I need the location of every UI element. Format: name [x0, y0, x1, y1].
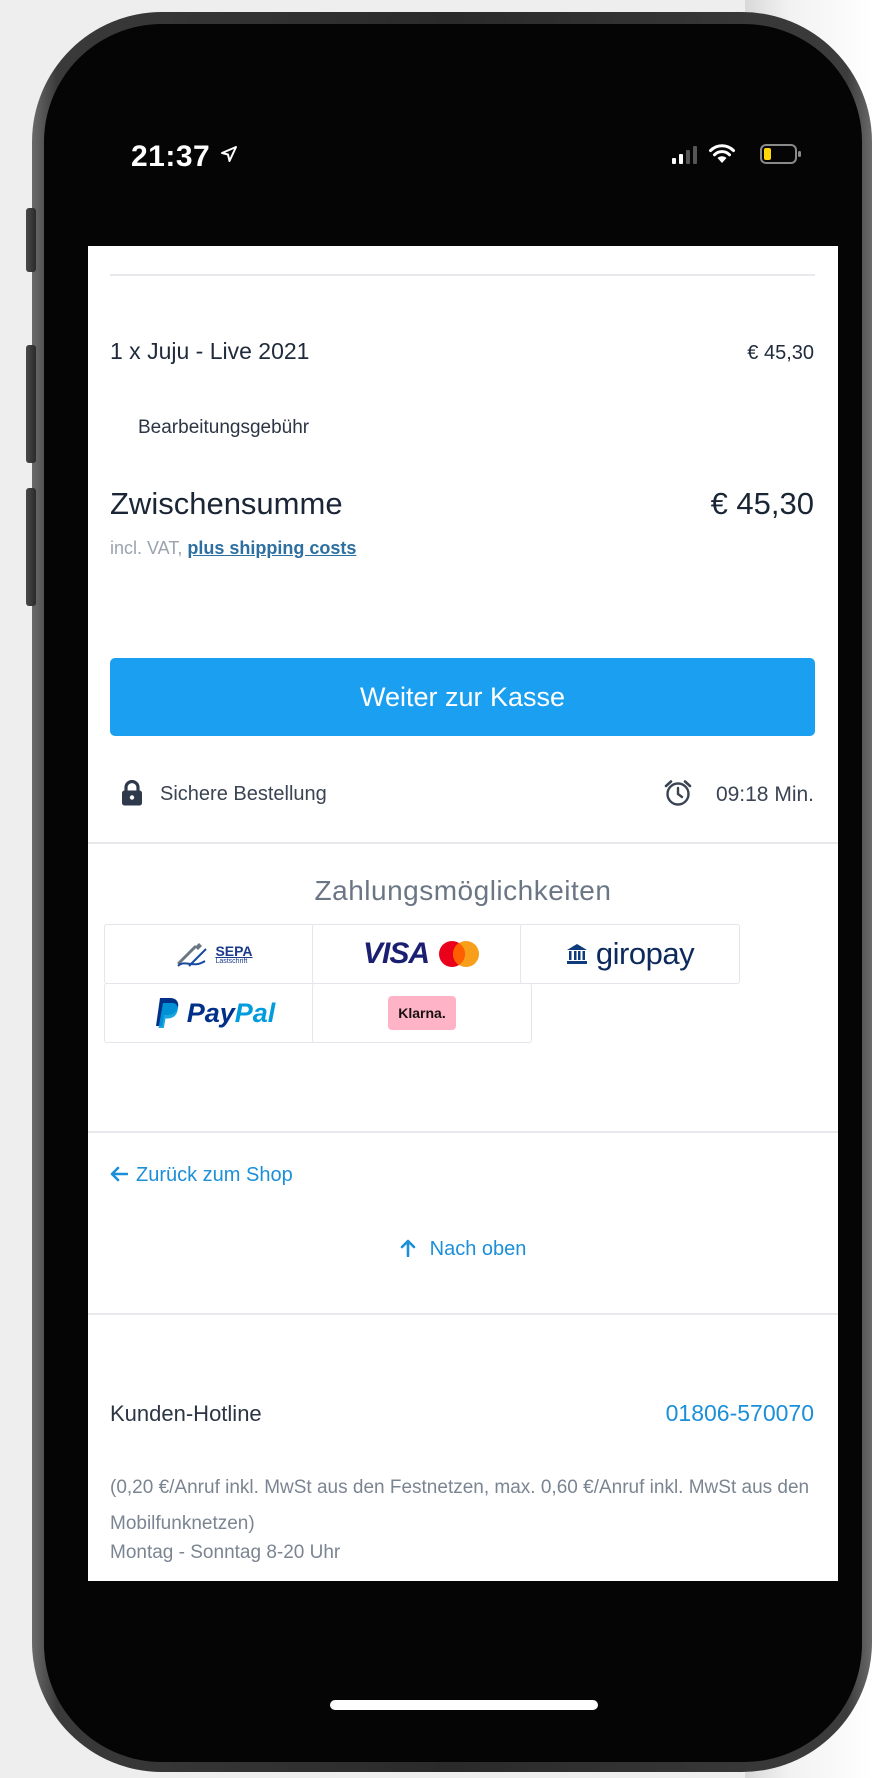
arrow-up-icon — [400, 1239, 415, 1258]
secure-order-label: Sichere Bestellung — [160, 783, 327, 805]
processing-fee-label: Bearbeitungsgebühr — [138, 417, 310, 438]
location-arrow-icon — [221, 146, 237, 162]
sepa-payment-logo: SEPA Lastschrift — [104, 924, 324, 984]
giropay-building-icon — [566, 944, 587, 964]
scroll-to-top-label: Nach oben — [429, 1238, 527, 1260]
klarna-logo: Klarna. — [312, 983, 532, 1043]
hotline-label: Kunden-Hotline — [110, 1401, 262, 1426]
lock-icon — [122, 780, 142, 806]
hotline-hours: Montag - Sonntag 8-20 Uhr — [110, 1542, 341, 1563]
giropay-logo: giropay — [520, 924, 740, 984]
mastercard-icon — [439, 941, 480, 967]
paypal-pal-label: Pal — [234, 997, 276, 1028]
back-to-shop-link[interactable]: Zurück zum Shop — [110, 1164, 293, 1187]
divider-footer — [88, 1313, 838, 1315]
battery-icon — [760, 144, 801, 164]
home-indicator[interactable] — [330, 1700, 598, 1710]
scroll-to-top-link[interactable]: Nach oben — [88, 1238, 838, 1261]
sepa-icon — [177, 943, 208, 967]
visa-label: VISA — [362, 937, 430, 970]
payment-options-title: Zahlungsmöglichkeiten — [314, 875, 612, 906]
back-to-shop-label: Zurück zum Shop — [136, 1164, 293, 1186]
hotline-phone-link[interactable]: 01806-570070 — [666, 1400, 814, 1427]
cart-item-name: 1 x Juju - Live 2021 — [110, 338, 310, 364]
sepa-label: SEPA — [215, 942, 253, 959]
vat-note: incl. VAT, plus shipping costs — [110, 538, 356, 559]
vat-prefix: incl. VAT, — [110, 538, 183, 558]
hotline-pricing-note: (0,20 €/Anruf inkl. MwSt aus den Festnet… — [110, 1477, 810, 1534]
subtotal-value: € 45,30 — [710, 486, 814, 521]
mute-switch — [26, 208, 36, 272]
cart-screen: 1 x Juju - Live 2021 € 45,30 Bearbeitung… — [88, 246, 838, 1581]
divider-navigation — [88, 1131, 838, 1133]
shipping-costs-link[interactable]: plus shipping costs — [187, 538, 356, 558]
status-time: 21:37 — [131, 140, 211, 173]
divider-payment — [88, 842, 838, 844]
cart-item-price: € 45,30 — [747, 342, 814, 364]
volume-down-button — [26, 488, 36, 606]
visa-mastercard-logo: VISA — [312, 924, 532, 984]
reservation-timer: 09:18 Min. — [715, 783, 814, 806]
subtotal-label: Zwischensumme — [110, 486, 343, 521]
volume-up-button — [26, 345, 36, 463]
paypal-logo: PayPal — [104, 983, 324, 1043]
top-divider — [110, 274, 815, 276]
klarna-label: Klarna. — [388, 996, 456, 1030]
checkout-button[interactable]: Weiter zur Kasse — [110, 658, 815, 736]
paypal-pay-label: Pay — [186, 997, 235, 1028]
alarm-clock-icon — [664, 780, 692, 806]
paypal-p-icon — [155, 998, 178, 1028]
wifi-icon — [709, 144, 735, 163]
arrow-left-icon — [110, 1166, 129, 1182]
giropay-label: giropay — [595, 936, 695, 971]
sepa-sublabel: Lastschrift — [215, 957, 248, 965]
signal-icon — [672, 146, 697, 164]
